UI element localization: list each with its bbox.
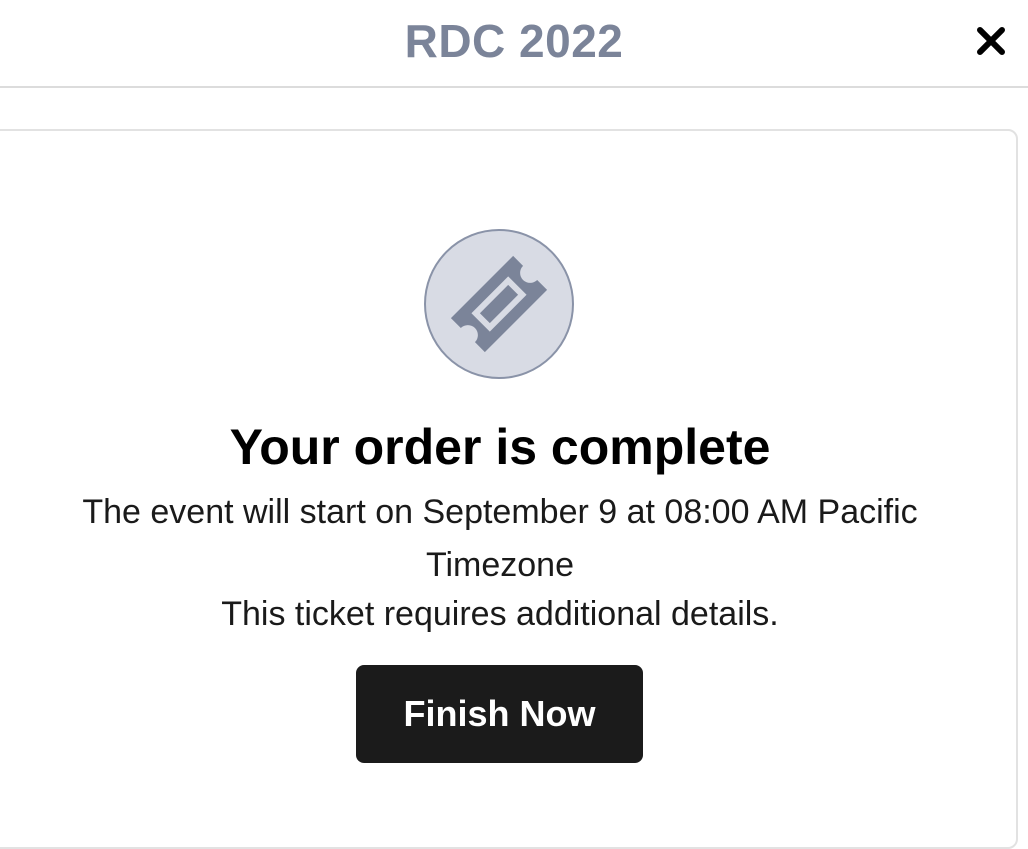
ticket-icon bbox=[450, 255, 548, 353]
finish-now-button[interactable]: Finish Now bbox=[356, 665, 643, 763]
close-icon bbox=[977, 27, 1005, 55]
event-start-text: The event will start on September 9 at 0… bbox=[82, 493, 918, 584]
close-button[interactable] bbox=[970, 20, 1012, 62]
ticket-icon-badge bbox=[424, 229, 574, 379]
modal-header: RDC 2022 bbox=[0, 0, 1028, 88]
order-complete-heading: Your order is complete bbox=[229, 419, 771, 475]
event-title: RDC 2022 bbox=[404, 15, 624, 67]
additional-details-text: This ticket requires additional details. bbox=[221, 595, 779, 633]
